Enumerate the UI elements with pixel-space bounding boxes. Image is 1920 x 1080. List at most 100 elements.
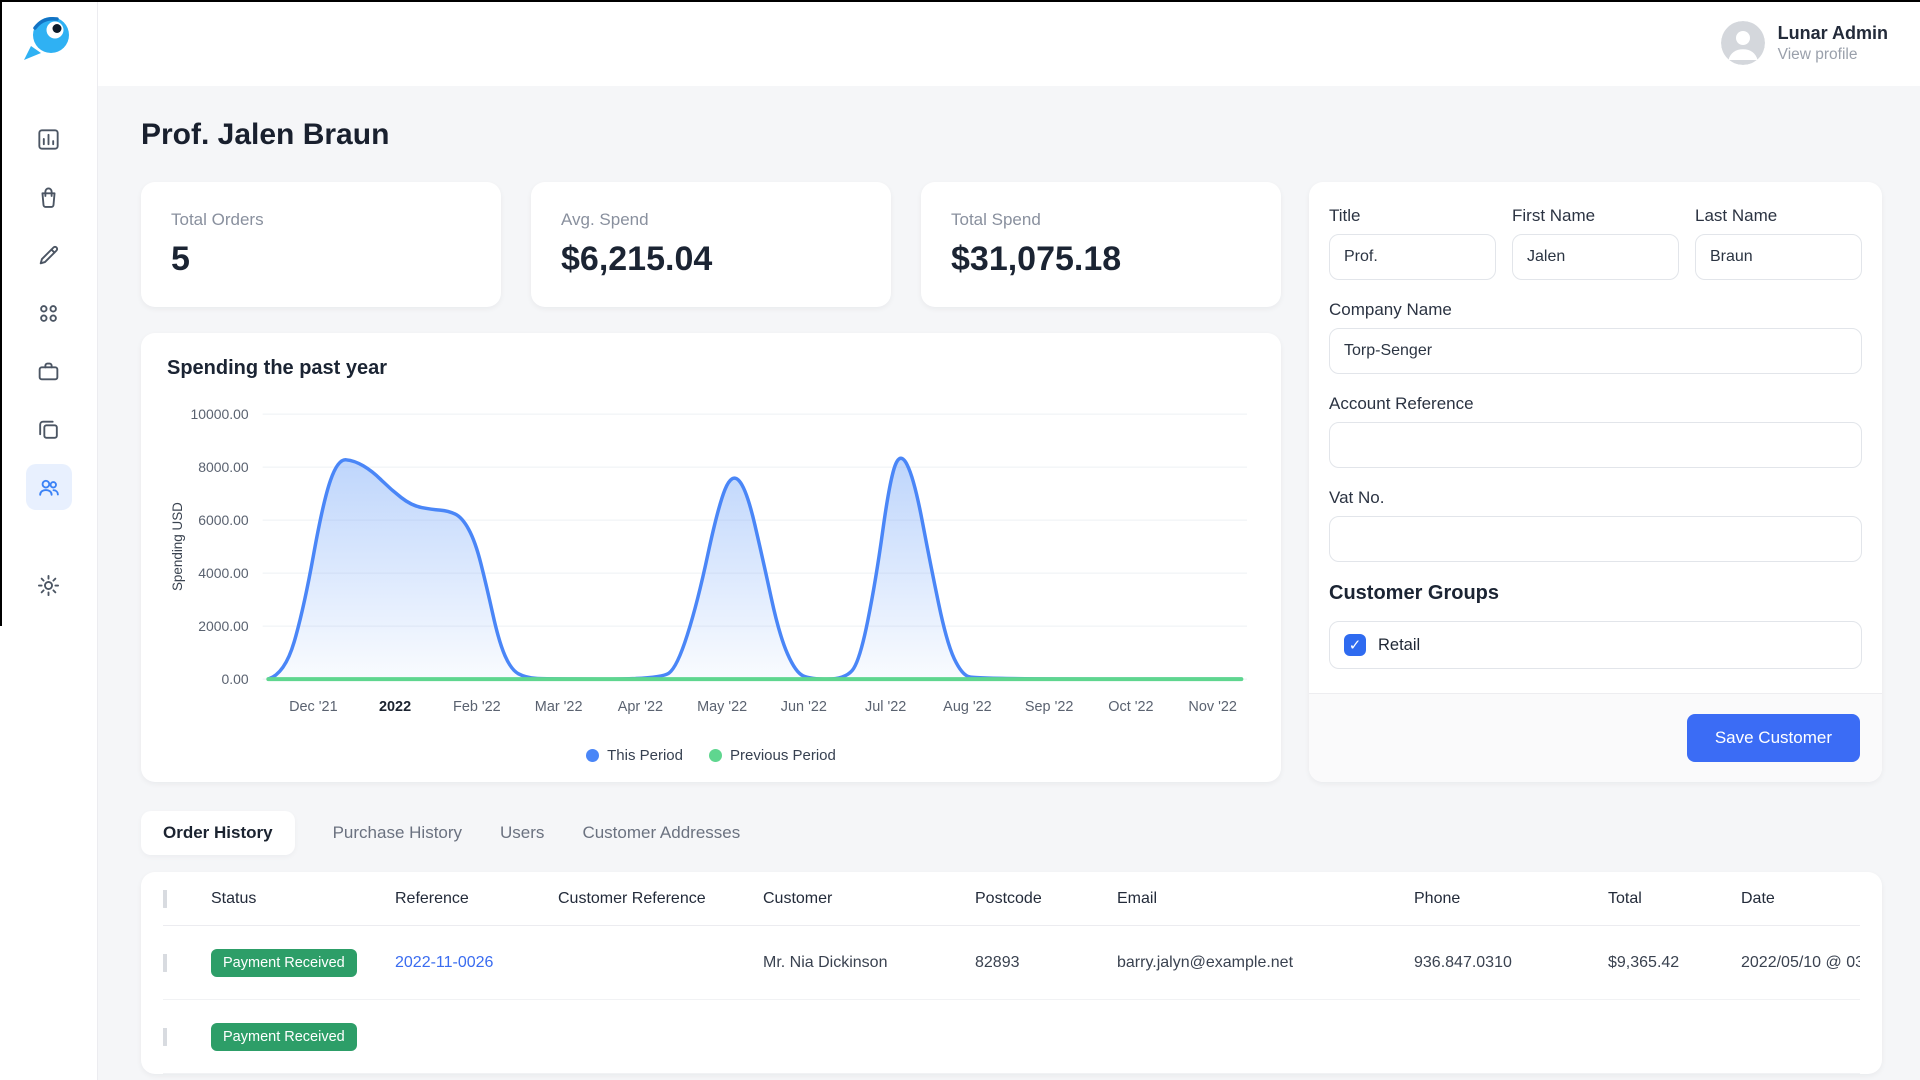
svg-text:Aug '22: Aug '22	[943, 699, 992, 715]
company-name-input[interactable]	[1329, 328, 1862, 374]
svg-text:Jul '22: Jul '22	[865, 699, 906, 715]
left-column: Total Orders 5 Avg. Spend $6,215.04 Tota…	[141, 182, 1281, 782]
retail-label: Retail	[1378, 635, 1421, 654]
sidebar-item-apps[interactable]	[26, 290, 72, 336]
col-reference: Reference	[395, 889, 469, 907]
svg-text:Mar '22: Mar '22	[535, 699, 583, 715]
stat-value: 5	[171, 240, 190, 278]
col-status: Status	[211, 889, 257, 907]
stat-label: Avg. Spend	[561, 210, 649, 229]
svg-text:May '22: May '22	[697, 699, 747, 715]
row-checkbox[interactable]	[163, 953, 167, 972]
vat-no-input[interactable]	[1329, 516, 1862, 562]
spending-chart: 0.00 2000.00 4000.00 6000.00 8000.00 10000.00…	[170, 406, 1248, 715]
user-text: Lunar Admin View profile	[1778, 23, 1888, 64]
stat-value: $31,075.18	[951, 240, 1122, 278]
customer-group-retail[interactable]: Retail	[1329, 621, 1862, 669]
sidebar-item-dashboard[interactable]	[26, 116, 72, 162]
sidebar-item-settings[interactable]	[26, 562, 72, 608]
stat-value: $6,215.04	[561, 240, 713, 278]
svg-text:2000.00: 2000.00	[198, 618, 249, 634]
bar-chart-icon	[38, 128, 59, 150]
field-last-name: Last Name	[1695, 206, 1862, 280]
reference-link[interactable]: 2022-11-0026	[395, 954, 493, 971]
sidebar-item-edit[interactable]	[26, 232, 72, 278]
logo[interactable]	[21, 10, 77, 68]
page-title: Prof. Jalen Braun	[141, 118, 390, 151]
field-vat-no: Vat No.	[1329, 488, 1862, 562]
svg-text:0.00: 0.00	[222, 671, 249, 687]
view-profile-link[interactable]: View profile	[1778, 46, 1888, 64]
phone-cell: 936.847.0310	[1414, 953, 1512, 971]
header-checkbox-cell	[163, 889, 211, 908]
col-date: Date	[1741, 889, 1775, 907]
customer-cell: Mr. Nia Dickinson	[763, 953, 888, 971]
sidebar	[0, 0, 98, 1080]
avatar	[1720, 21, 1765, 65]
account-reference-label: Account Reference	[1329, 394, 1474, 413]
reference-cell: 2022-11-0026	[395, 954, 558, 972]
sidebar-item-subscriptions[interactable]	[26, 406, 72, 452]
svg-text:Jun '22: Jun '22	[781, 699, 827, 715]
col-phone: Phone	[1414, 889, 1461, 907]
select-all-checkbox[interactable]	[163, 889, 167, 908]
sidebar-item-customers[interactable]	[25, 464, 72, 510]
svg-text:10000.00: 10000.00	[191, 406, 249, 422]
last-name-input[interactable]	[1695, 234, 1862, 280]
spending-chart-card: Spending the past year 0.00 2000.00 4000.0…	[141, 333, 1281, 782]
svg-text:Nov '22: Nov '22	[1188, 699, 1237, 715]
total-cell: $9,365.42	[1608, 953, 1680, 971]
field-title: Title	[1329, 206, 1496, 280]
legend-item-previous-period[interactable]: Previous Period	[708, 747, 836, 764]
shopping-bag-icon	[41, 187, 56, 208]
form-footer: Save Customer	[1309, 693, 1882, 782]
account-reference-input[interactable]	[1329, 422, 1862, 468]
tab-order-history[interactable]: Order History	[141, 811, 295, 855]
tab-purchase-history[interactable]: Purchase History	[333, 811, 462, 855]
stat-card-avg-spend: Avg. Spend $6,215.04	[531, 182, 891, 307]
sidebar-item-orders[interactable]	[26, 174, 72, 220]
customer-form: Title First Name Last Name C	[1309, 182, 1882, 693]
stat-label: Total Orders	[171, 210, 264, 229]
vat-no-label: Vat No.	[1329, 488, 1385, 507]
chart-legend: This Period Previous Period	[167, 747, 1255, 764]
svg-text:Oct '22: Oct '22	[1108, 699, 1153, 715]
customer-groups-heading: Customer Groups	[1329, 582, 1500, 604]
sidebar-nav	[25, 116, 72, 608]
col-postcode: Postcode	[975, 889, 1042, 907]
tab-users[interactable]: Users	[500, 811, 544, 855]
legend-label: Previous Period	[729, 747, 836, 764]
svg-text:Spending USD: Spending USD	[170, 502, 185, 591]
title-label: Title	[1329, 206, 1361, 225]
legend-item-this-period[interactable]: This Period	[586, 747, 683, 764]
tab-customer-addresses[interactable]: Customer Addresses	[582, 811, 740, 855]
stats-row: Total Orders 5 Avg. Spend $6,215.04 Tota…	[141, 182, 1281, 307]
svg-text:6000.00: 6000.00	[198, 512, 249, 528]
apps-grid-icon	[40, 304, 57, 322]
user-avatar-icon	[1720, 21, 1765, 65]
app-window: Lunar Admin View profile Prof. Jalen Bra…	[0, 0, 1920, 1080]
col-email: Email	[1117, 889, 1158, 907]
title-input[interactable]	[1329, 234, 1496, 280]
status-cell: Payment Received	[211, 948, 395, 977]
main-content: Prof. Jalen Braun Total Orders 5 Avg. Sp…	[98, 86, 1920, 1080]
company-name-label: Company Name	[1329, 300, 1452, 319]
svg-text:Sep '22: Sep '22	[1025, 699, 1074, 715]
logo-icon	[23, 16, 69, 60]
first-name-input[interactable]	[1512, 234, 1679, 280]
status-cell: Payment Received	[211, 1022, 395, 1051]
svg-text:Apr '22: Apr '22	[618, 699, 663, 715]
row-checkbox-cell	[163, 953, 211, 972]
col-customer-reference: Customer Reference	[558, 889, 706, 907]
retail-checkbox[interactable]	[1344, 634, 1366, 656]
row-checkbox[interactable]	[163, 1027, 167, 1046]
sidebar-item-products[interactable]	[26, 348, 72, 394]
customer-form-card: Title First Name Last Name C	[1309, 182, 1882, 782]
save-customer-button[interactable]: Save Customer	[1686, 714, 1860, 762]
stat-card-total-orders: Total Orders 5	[141, 182, 501, 307]
table-row: Payment Received	[163, 1000, 1860, 1074]
legend-dot-green	[708, 749, 722, 762]
user-menu[interactable]: Lunar Admin View profile	[1720, 21, 1888, 65]
last-name-label: Last Name	[1695, 206, 1778, 225]
status-badge: Payment Received	[211, 948, 357, 977]
